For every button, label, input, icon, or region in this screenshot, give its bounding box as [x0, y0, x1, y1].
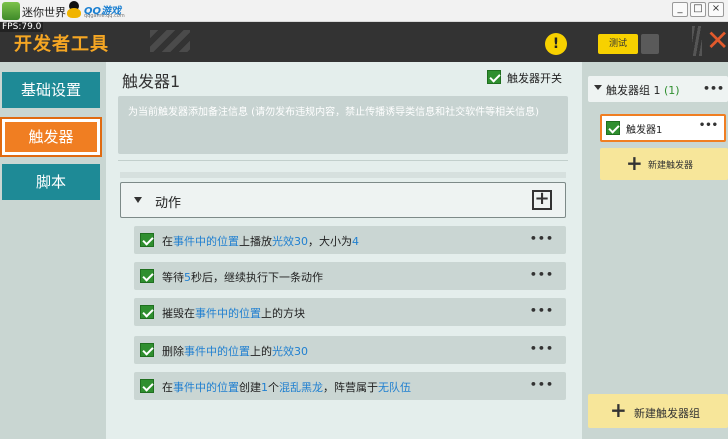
test-button[interactable]: 测试: [598, 34, 638, 54]
header-decoration: [150, 30, 190, 52]
trigger-note-placeholder: 为当前触发器添加备注信息 (请勿发布违规内容，禁止传播诱导类信息和社交软件等相关…: [128, 107, 539, 118]
header-separator: [692, 26, 702, 56]
test-toggle[interactable]: [641, 34, 659, 54]
action-more-icon[interactable]: •••: [530, 342, 554, 355]
action-text-part: 在: [162, 381, 173, 394]
trigger-group-count: (1): [664, 84, 680, 97]
trigger-title: 触发器1: [122, 72, 181, 91]
action-row[interactable]: 摧毁在事件中的位置上的方块 •••: [134, 298, 566, 326]
page-title: 开发者工具: [14, 34, 109, 55]
action-text-part: ，阵营属于: [323, 381, 378, 394]
action-text: 删除事件中的位置上的光效30: [162, 343, 308, 359]
info-icon[interactable]: !: [545, 33, 567, 55]
chevron-down-icon[interactable]: [594, 85, 602, 90]
action-param[interactable]: 事件中的位置: [173, 381, 239, 394]
app-logo-icon: [2, 2, 20, 20]
add-action-icon[interactable]: +: [532, 190, 552, 210]
new-trigger-group-button[interactable]: + 新建触发器组: [588, 394, 728, 428]
action-text-part: 在: [162, 235, 173, 248]
new-trigger-label: 新建触发器: [648, 161, 694, 171]
qq-url: qqgame.qq.com: [84, 13, 125, 19]
action-text-part: 删除: [162, 345, 184, 358]
trigger-switch-checkbox[interactable]: [487, 70, 501, 84]
trigger-list-item[interactable]: 触发器1 •••: [600, 114, 726, 142]
action-text-part: 上的: [250, 345, 272, 358]
maximize-button[interactable]: □: [690, 2, 706, 17]
trigger-switch-label: 触发器开关: [507, 72, 562, 85]
action-text: 等待5秒后，继续执行下一条动作: [162, 269, 323, 285]
action-more-icon[interactable]: •••: [530, 304, 554, 317]
minimize-button[interactable]: _: [672, 2, 688, 17]
plus-icon: +: [626, 151, 643, 175]
close-icon[interactable]: ✕: [706, 24, 728, 58]
action-text-part: 上播放: [239, 235, 272, 248]
new-trigger-button[interactable]: + 新建触发器: [600, 148, 728, 180]
action-more-icon[interactable]: •••: [530, 378, 554, 391]
trigger-more-icon[interactable]: •••: [699, 120, 718, 131]
action-text: 在事件中的位置创建1个混乱黑龙，阵营属于无队伍: [162, 379, 411, 395]
action-row[interactable]: 在事件中的位置创建1个混乱黑龙，阵营属于无队伍 •••: [134, 372, 566, 400]
trigger-group-label: 触发器组 1: [606, 84, 661, 97]
sidebar-item-triggers[interactable]: 触发器: [2, 119, 100, 155]
action-param[interactable]: 光效30: [272, 235, 308, 248]
action-param[interactable]: 5: [184, 271, 191, 284]
action-param[interactable]: 光效30: [272, 345, 308, 358]
action-param[interactable]: 无队伍: [378, 381, 411, 394]
action-param[interactable]: 事件中的位置: [173, 235, 239, 248]
actions-section-label: 动作: [155, 196, 182, 211]
new-trigger-group-label: 新建触发器组: [634, 407, 700, 420]
action-row[interactable]: 在事件中的位置上播放光效30，大小为4 •••: [134, 226, 566, 254]
fps-counter: FPS:79.0: [0, 22, 44, 32]
group-more-icon[interactable]: •••: [703, 82, 724, 95]
action-checkbox[interactable]: [140, 379, 154, 393]
trigger-group-name: 触发器组 1 (1): [606, 82, 680, 98]
sidebar-item-basic-settings[interactable]: 基础设置: [2, 72, 100, 108]
action-param[interactable]: 1: [261, 381, 268, 394]
action-text-part: 创建: [239, 381, 261, 394]
action-row[interactable]: 等待5秒后，继续执行下一条动作 •••: [134, 262, 566, 290]
trigger-item-checkbox[interactable]: [606, 121, 620, 135]
plus-icon: +: [610, 398, 627, 422]
action-checkbox[interactable]: [140, 233, 154, 247]
section-spacer: [120, 172, 566, 178]
action-checkbox[interactable]: [140, 343, 154, 357]
trigger-item-label: 触发器1: [626, 125, 663, 136]
collapse-triangle-icon[interactable]: [134, 197, 142, 203]
sidebar-item-scripts[interactable]: 脚本: [2, 164, 100, 200]
action-param[interactable]: 事件中的位置: [184, 345, 250, 358]
action-text-part: 摧毁在: [162, 307, 195, 320]
window-close-button[interactable]: ×: [708, 2, 724, 17]
action-row[interactable]: 删除事件中的位置上的光效30 •••: [134, 336, 566, 364]
action-text-part: 个: [268, 381, 279, 394]
action-text-part: 等待: [162, 271, 184, 284]
action-text: 在事件中的位置上播放光效30，大小为4: [162, 233, 359, 249]
app-name: 迷你世界: [22, 6, 66, 19]
action-text-part: ，大小为: [308, 235, 352, 248]
action-more-icon[interactable]: •••: [530, 232, 554, 245]
action-text-part: 上的方块: [261, 307, 305, 320]
action-checkbox[interactable]: [140, 305, 154, 319]
action-param[interactable]: 混乱黑龙: [279, 381, 323, 394]
actions-section-header[interactable]: [120, 182, 566, 218]
action-param[interactable]: 4: [352, 235, 359, 248]
action-param[interactable]: 事件中的位置: [195, 307, 261, 320]
action-text: 摧毁在事件中的位置上的方块: [162, 305, 305, 321]
divider: [118, 160, 568, 161]
action-checkbox[interactable]: [140, 269, 154, 283]
action-text-part: 秒后，继续执行下一条动作: [191, 271, 323, 284]
qq-penguin-icon: [66, 1, 82, 19]
action-more-icon[interactable]: •••: [530, 268, 554, 281]
